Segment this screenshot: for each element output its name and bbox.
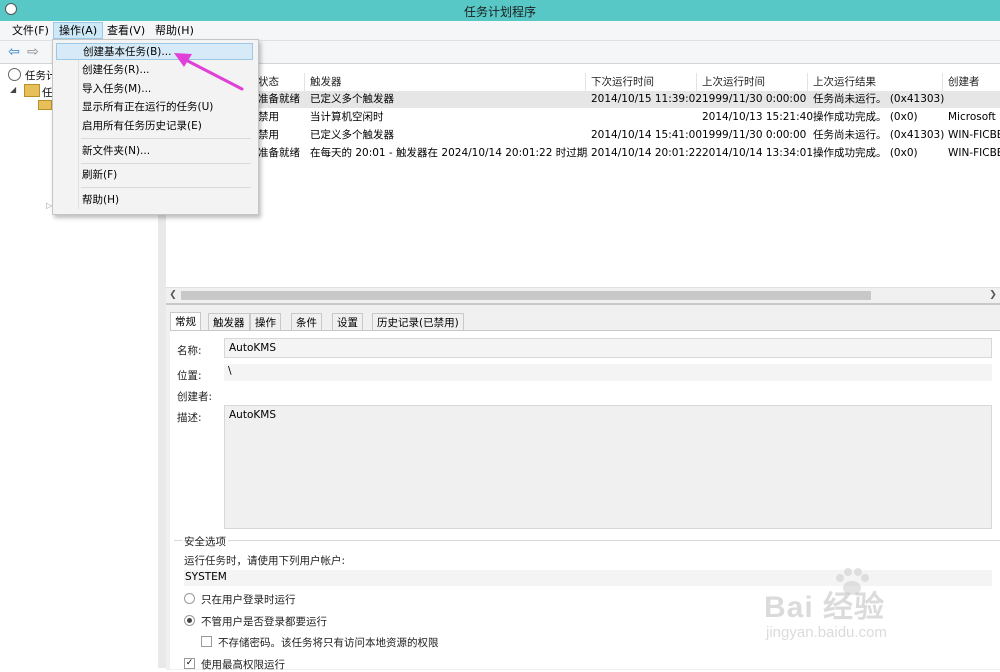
annotation-arrow-icon — [174, 53, 244, 91]
menu-file[interactable]: 文件(F) — [7, 23, 54, 38]
menu-item-enable-history[interactable]: 启用所有任务历史记录(E) — [56, 118, 253, 135]
expand-arrow-icon[interactable]: ◢ — [10, 85, 16, 94]
menu-bar: 文件(F) 操作(A) 查看(V) 帮助(H) — [0, 21, 1000, 41]
author-label: 创建者: — [177, 391, 213, 403]
column-divider — [942, 73, 943, 91]
tree-child-label[interactable]: 任 — [42, 85, 53, 100]
folder-icon — [24, 84, 40, 97]
task-list: 状态 触发器 下次运行时间 上次运行时间 上次运行结果 创建者 准备就绪 已定义… — [166, 64, 1000, 301]
cell-last-run: 1999/11/30 0:00:00 — [702, 129, 807, 141]
cell-trigger: 当计算机空闲时 — [310, 111, 384, 123]
description-label: 描述: — [177, 412, 202, 424]
tab-settings[interactable]: 设置 — [332, 313, 363, 331]
cell-status: 准备就绪 — [258, 147, 300, 159]
location-label: 位置: — [177, 370, 202, 382]
forward-arrow-icon[interactable]: ⇨ — [25, 44, 41, 60]
tab-conditions[interactable]: 条件 — [291, 313, 322, 331]
cell-last-run: 1999/11/30 0:00:00 — [702, 93, 807, 105]
menu-separator — [81, 187, 251, 188]
column-divider — [304, 73, 305, 91]
radio-run-whether-logged-on[interactable] — [184, 615, 195, 626]
column-header-last-result[interactable]: 上次运行结果 — [813, 73, 876, 91]
cell-status: 禁用 — [258, 129, 279, 141]
menu-item-show-running[interactable]: 显示所有正在运行的任务(U) — [56, 99, 253, 116]
menu-item-help[interactable]: 帮助(H) — [56, 192, 253, 209]
cell-result: 任务尚未运行。 (0x41303) — [813, 129, 945, 141]
column-header-last-run[interactable]: 上次运行时间 — [702, 73, 765, 91]
scroll-right-icon[interactable]: ❯ — [986, 288, 1000, 303]
cell-result: 任务尚未运行。 (0x41303) — [813, 93, 945, 105]
column-divider — [807, 73, 808, 91]
tab-history[interactable]: 历史记录(已禁用) — [372, 313, 464, 331]
column-divider — [585, 73, 586, 91]
cell-result: 操作成功完成。 (0x0) — [813, 111, 918, 123]
column-header-next-run[interactable]: 下次运行时间 — [591, 73, 654, 91]
menu-view[interactable]: 查看(V) — [102, 23, 150, 38]
watermark-brand: Bai 经验 — [764, 591, 886, 624]
column-header-trigger[interactable]: 触发器 — [310, 73, 342, 91]
checkbox-no-store-password[interactable] — [201, 636, 212, 647]
cell-last-run: 2014/10/13 15:21:40 — [702, 111, 814, 123]
cell-trigger: 已定义多个触发器 — [310, 129, 394, 141]
logged-on-only-label: 只在用户登录时运行 — [201, 594, 296, 606]
column-header-status[interactable]: 状态 — [258, 73, 279, 91]
no-store-password-label: 不存储密码。该任务将只有访问本地资源的权限 — [218, 637, 439, 649]
table-row[interactable]: 准备就绪 已定义多个触发器 2014/10/15 11:39:02 1999/1… — [166, 91, 1000, 108]
title-bar: 任务计划程序 — [0, 0, 1000, 21]
name-field[interactable]: AutoKMS — [224, 338, 992, 358]
table-row[interactable]: 禁用 已定义多个触发器 2014/10/14 15:41:00 1999/11/… — [166, 127, 1000, 144]
cell-next-run: 2014/10/14 15:41:00 — [591, 129, 703, 141]
column-header-author[interactable]: 创建者 — [948, 73, 980, 91]
cell-author: WIN-FICBE — [948, 129, 1000, 141]
cell-status: 准备就绪 — [258, 93, 300, 105]
horizontal-scrollbar[interactable]: ❮ ❯ — [166, 287, 1000, 303]
scrollbar-thumb[interactable] — [181, 291, 871, 300]
tab-triggers[interactable]: 触发器 — [208, 313, 250, 331]
table-row[interactable]: 禁用 当计算机空闲时 2014/10/13 15:21:40 操作成功完成。 (… — [166, 109, 1000, 126]
cell-author: WIN-FICBE — [948, 147, 1000, 159]
back-arrow-icon[interactable]: ⇦ — [6, 44, 22, 60]
security-options-title: 安全选项 — [182, 534, 228, 549]
cell-result: 操作成功完成。 (0x0) — [813, 147, 918, 159]
cell-next-run: 2014/10/14 20:01:22 — [591, 147, 703, 159]
checkbox-highest-privileges[interactable]: ✓ — [184, 658, 195, 669]
menu-item-refresh[interactable]: 刷新(F) — [56, 167, 253, 184]
scroll-left-icon[interactable]: ❮ — [166, 288, 180, 303]
baidu-watermark: Bai 经验 jingyan.baidu.com — [762, 568, 992, 658]
cell-trigger: 已定义多个触发器 — [310, 93, 394, 105]
cell-author: Microsoft — [948, 111, 996, 123]
menu-separator — [81, 138, 251, 139]
cell-trigger: 在每天的 20:01 - 触发器在 2024/10/14 20:01:22 时过… — [310, 147, 588, 159]
tab-general[interactable]: 常规 — [170, 312, 201, 332]
run-whether-logged-on-label: 不管用户是否登录都要运行 — [201, 616, 327, 628]
menu-separator — [81, 163, 251, 164]
tab-actions[interactable]: 操作 — [250, 313, 281, 331]
cell-status: 禁用 — [258, 111, 279, 123]
location-field: \ — [224, 364, 992, 381]
name-label: 名称: — [177, 345, 202, 357]
menu-help[interactable]: 帮助(H) — [150, 23, 199, 38]
folder-icon — [38, 100, 52, 110]
cell-last-run: 2014/10/14 13:34:01 — [702, 147, 814, 159]
menu-item-new-folder[interactable]: 新文件夹(N)... — [56, 143, 253, 160]
menu-action[interactable]: 操作(A) — [53, 22, 104, 39]
highest-privileges-label: 使用最高权限运行 — [201, 659, 285, 671]
cell-next-run: 2014/10/15 11:39:02 — [591, 93, 703, 105]
watermark-url: jingyan.baidu.com — [766, 624, 887, 641]
clock-icon — [8, 68, 21, 81]
description-field[interactable]: AutoKMS — [224, 405, 992, 529]
column-divider — [696, 73, 697, 91]
table-row[interactable]: 准备就绪 在每天的 20:01 - 触发器在 2024/10/14 20:01:… — [166, 145, 1000, 162]
radio-logged-on-only[interactable] — [184, 593, 195, 604]
run-as-label: 运行任务时，请使用下列用户帐户: — [184, 555, 346, 567]
window-title: 任务计划程序 — [463, 5, 536, 19]
